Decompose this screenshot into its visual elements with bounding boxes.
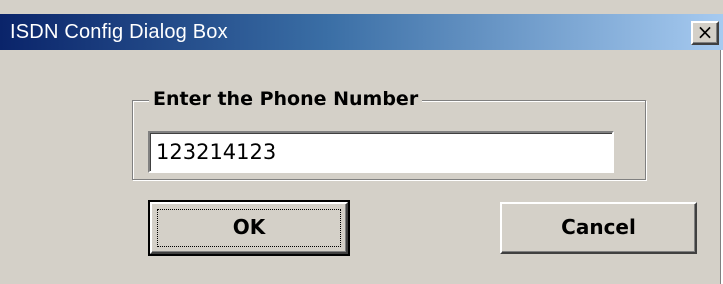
ok-button[interactable]: OK [148, 200, 350, 256]
cancel-button-label: Cancel [561, 215, 636, 239]
window-title: ISDN Config Dialog Box [10, 21, 228, 43]
close-icon: × [696, 20, 714, 44]
phone-number-input[interactable] [148, 131, 614, 173]
cancel-button[interactable]: Cancel [500, 202, 697, 254]
title-bar[interactable]: ISDN Config Dialog Box × [0, 14, 723, 50]
ok-button-label: OK [232, 215, 266, 239]
group-legend: Enter the Phone Number [149, 86, 423, 112]
close-button[interactable]: × [691, 21, 719, 45]
isdn-config-dialog: ISDN Config Dialog Box × Enter the Phone… [0, 0, 723, 284]
